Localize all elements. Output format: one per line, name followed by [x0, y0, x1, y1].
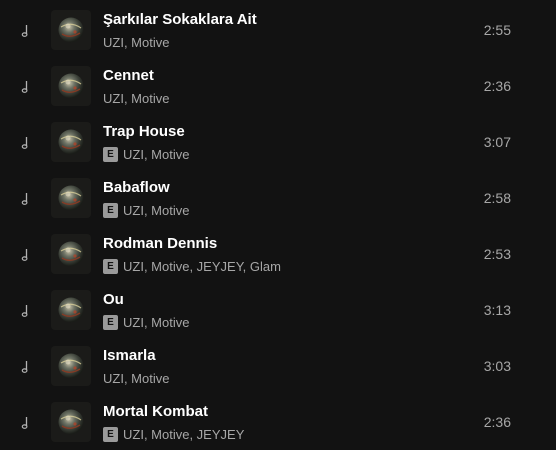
- music-note-icon: [20, 304, 30, 318]
- track-title[interactable]: Şarkılar Sokaklara Ait: [103, 11, 257, 28]
- track-subtitle: E UZI, Motive, JEYJEY, Glam: [103, 258, 281, 274]
- track-subtitle: E UZI, Motive: [103, 202, 189, 218]
- track-row[interactable]: Babaflow E UZI, Motive 2:58: [0, 170, 556, 226]
- track-title[interactable]: Trap House: [103, 123, 185, 140]
- album-cover-image[interactable]: [51, 346, 91, 386]
- track-duration: 2:36: [483, 414, 511, 430]
- track-subtitle: E UZI, Motive: [103, 314, 189, 330]
- explicit-badge: E: [103, 426, 118, 442]
- music-note-icon: [20, 80, 30, 94]
- album-cover-image[interactable]: [51, 402, 91, 442]
- music-note-icon: [20, 192, 30, 206]
- track-row[interactable]: Şarkılar Sokaklara Ait UZI, Motive 2:55: [0, 2, 556, 58]
- track-title[interactable]: Mortal Kombat: [103, 403, 208, 420]
- track-subtitle: UZI, Motive: [103, 370, 169, 386]
- track-row[interactable]: Trap House E UZI, Motive 3:07: [0, 114, 556, 170]
- track-duration: 3:07: [483, 134, 511, 150]
- track-artists[interactable]: UZI, Motive: [103, 371, 169, 386]
- track-subtitle: E UZI, Motive, JEYJEY: [103, 426, 244, 442]
- track-artists[interactable]: UZI, Motive: [123, 315, 189, 330]
- track-title[interactable]: Ismarla: [103, 347, 156, 364]
- track-title[interactable]: Babaflow: [103, 179, 170, 196]
- album-cover-image[interactable]: [51, 122, 91, 162]
- track-artists[interactable]: UZI, Motive: [103, 35, 169, 50]
- track-row[interactable]: Cennet UZI, Motive 2:36: [0, 58, 556, 114]
- track-artists[interactable]: UZI, Motive: [103, 91, 169, 106]
- album-cover-image[interactable]: [51, 234, 91, 274]
- track-duration: 2:36: [483, 78, 511, 94]
- music-note-icon: [20, 360, 30, 374]
- track-duration: 2:58: [483, 190, 511, 206]
- track-duration: 3:03: [483, 358, 511, 374]
- track-row[interactable]: Rodman Dennis E UZI, Motive, JEYJEY, Gla…: [0, 226, 556, 282]
- track-duration: 3:13: [483, 302, 511, 318]
- music-note-icon: [20, 416, 30, 430]
- explicit-badge: E: [103, 314, 118, 330]
- track-list: Şarkılar Sokaklara Ait UZI, Motive 2:55: [0, 2, 556, 450]
- music-note-icon: [20, 136, 30, 150]
- explicit-badge: E: [103, 146, 118, 162]
- track-title[interactable]: Cennet: [103, 67, 154, 84]
- explicit-badge: E: [103, 258, 118, 274]
- track-row[interactable]: Ismarla UZI, Motive 3:03: [0, 338, 556, 394]
- explicit-badge: E: [103, 202, 118, 218]
- track-subtitle: UZI, Motive: [103, 90, 169, 106]
- music-note-icon: [20, 248, 30, 262]
- track-artists[interactable]: UZI, Motive, JEYJEY, Glam: [123, 259, 281, 274]
- track-artists[interactable]: UZI, Motive, JEYJEY: [123, 427, 244, 442]
- album-cover-image[interactable]: [51, 66, 91, 106]
- track-subtitle: UZI, Motive: [103, 34, 169, 50]
- track-row[interactable]: Mortal Kombat E UZI, Motive, JEYJEY 2:36: [0, 394, 556, 450]
- track-duration: 2:55: [483, 22, 511, 38]
- track-artists[interactable]: UZI, Motive: [123, 147, 189, 162]
- album-cover-image[interactable]: [51, 290, 91, 330]
- track-row[interactable]: Ou E UZI, Motive 3:13: [0, 282, 556, 338]
- track-duration: 2:53: [483, 246, 511, 262]
- track-artists[interactable]: UZI, Motive: [123, 203, 189, 218]
- track-title[interactable]: Ou: [103, 291, 124, 308]
- music-note-icon: [20, 24, 30, 38]
- album-cover-image[interactable]: [51, 178, 91, 218]
- album-cover-image[interactable]: [51, 10, 91, 50]
- track-subtitle: E UZI, Motive: [103, 146, 189, 162]
- track-title[interactable]: Rodman Dennis: [103, 235, 217, 252]
